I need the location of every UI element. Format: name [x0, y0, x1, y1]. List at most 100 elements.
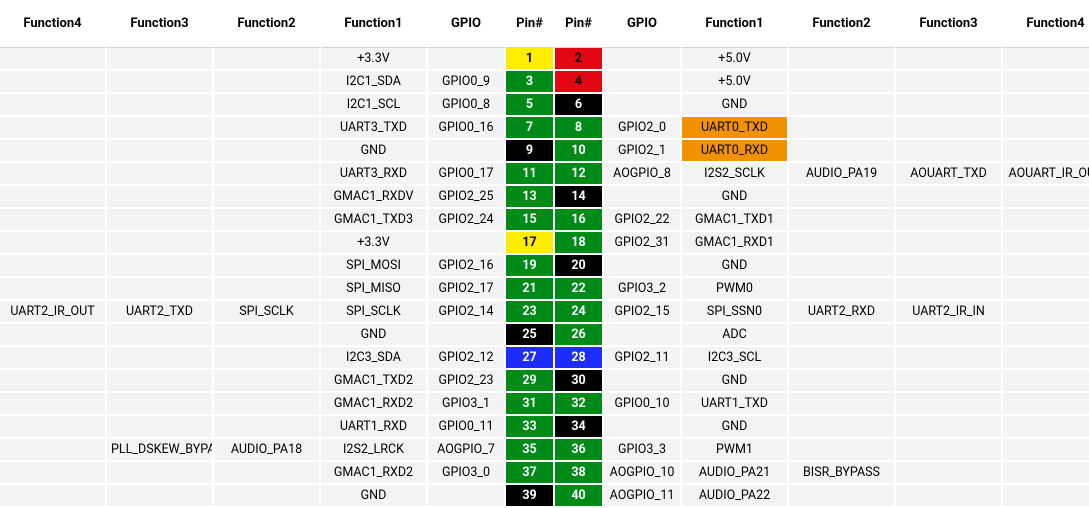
f1r-cell: I2S2_SCLK [682, 163, 789, 186]
f3r-cell [896, 462, 1003, 485]
f1r-cell: GND [682, 255, 789, 278]
table-row: UART3_RXDGPIO0_171112AOGPIO_8I2S2_SCLKAU… [0, 163, 1089, 186]
f3r-cell [896, 393, 1003, 416]
pin-left-cell: 33 [506, 416, 555, 439]
f2l-cell [214, 370, 321, 393]
f1r-cell: UART0_RXD [682, 140, 789, 163]
gpior-cell [604, 416, 682, 439]
f1l-cell: GMAC1_RXDV [321, 186, 428, 209]
pin-left-cell: 13 [506, 186, 555, 209]
gpiol-cell: GPIO0_9 [428, 71, 506, 94]
f3l-cell [107, 232, 214, 255]
f4r-cell [1003, 255, 1089, 278]
gpiol-cell [428, 48, 506, 71]
f4r-cell [1003, 278, 1089, 301]
pin-left-cell: 19 [506, 255, 555, 278]
f2l-cell [214, 278, 321, 301]
table-row: GMAC1_RXD2GPIO3_13132GPIO0_10UART1_TXD [0, 393, 1089, 416]
f4r-cell [1003, 324, 1089, 347]
header-function2-right: Function2 [789, 0, 896, 48]
table-row: GMAC1_TXD2GPIO2_232930GND [0, 370, 1089, 393]
f2l-cell [214, 94, 321, 117]
f1r-cell: GND [682, 186, 789, 209]
pin-left-cell: 7 [506, 117, 555, 140]
pin-left-cell: 5 [506, 94, 555, 117]
f3l-cell [107, 209, 214, 232]
f2l-cell [214, 140, 321, 163]
f3l-cell [107, 393, 214, 416]
f3r-cell [896, 117, 1003, 140]
gpiol-cell: GPIO0_8 [428, 94, 506, 117]
header-pin-left: Pin# [506, 0, 555, 48]
gpior-cell [604, 94, 682, 117]
f2r-cell: AUDIO_PA19 [789, 163, 896, 186]
header-function4-left: Function4 [0, 0, 107, 48]
pin-right-cell: 34 [555, 416, 604, 439]
f1l-cell: I2C3_SDA [321, 347, 428, 370]
f3l-cell [107, 71, 214, 94]
table-row: GND910GPIO2_1UART0_RXD [0, 140, 1089, 163]
f1l-cell: +3.3V [321, 48, 428, 71]
f4l-cell [0, 94, 107, 117]
f4r-cell [1003, 48, 1089, 71]
gpiol-cell: GPIO0_17 [428, 163, 506, 186]
f2r-cell [789, 186, 896, 209]
pin-right-cell: 4 [555, 71, 604, 94]
pin-left-cell: 21 [506, 278, 555, 301]
table-row: I2C1_SCLGPIO0_856GND [0, 94, 1089, 117]
f4r-cell [1003, 462, 1089, 485]
pin-left-cell: 3 [506, 71, 555, 94]
f4l-cell: UART2_IR_OUT [0, 301, 107, 324]
f4r-cell [1003, 117, 1089, 140]
f1l-cell: UART3_TXD [321, 117, 428, 140]
f4l-cell [0, 393, 107, 416]
f4r-cell [1003, 370, 1089, 393]
f2r-cell [789, 71, 896, 94]
pin-right-cell: 30 [555, 370, 604, 393]
f4l-cell [0, 347, 107, 370]
pin-left-cell: 35 [506, 439, 555, 462]
f3r-cell [896, 255, 1003, 278]
f1l-cell: GND [321, 324, 428, 347]
f2r-cell [789, 94, 896, 117]
gpior-cell [604, 71, 682, 94]
gpiol-cell: GPIO2_25 [428, 186, 506, 209]
table-row: UART2_IR_OUTUART2_TXDSPI_SCLKSPI_SCLKGPI… [0, 301, 1089, 324]
f4l-cell [0, 209, 107, 232]
f1r-cell: GMAC1_TXD1 [682, 209, 789, 232]
f4l-cell [0, 416, 107, 439]
header-function1-right: Function1 [682, 0, 789, 48]
f4l-cell [0, 324, 107, 347]
f2l-cell: AUDIO_PA18 [214, 439, 321, 462]
gpiol-cell: GPIO2_24 [428, 209, 506, 232]
f3l-cell [107, 278, 214, 301]
f4r-cell [1003, 186, 1089, 209]
gpior-cell: GPIO0_10 [604, 393, 682, 416]
f3r-cell [896, 94, 1003, 117]
f3r-cell: UART2_IR_IN [896, 301, 1003, 324]
pin-right-cell: 22 [555, 278, 604, 301]
pin-left-cell: 31 [506, 393, 555, 416]
f2l-cell [214, 255, 321, 278]
table-row: GMAC1_RXD2GPIO3_03738AOGPIO_10AUDIO_PA21… [0, 462, 1089, 485]
gpiol-cell [428, 140, 506, 163]
f3l-cell [107, 255, 214, 278]
f3l-cell [107, 48, 214, 71]
f3r-cell [896, 370, 1003, 393]
table-row: SPI_MOSIGPIO2_161920GND [0, 255, 1089, 278]
f3l-cell [107, 462, 214, 485]
gpior-cell: GPIO2_11 [604, 347, 682, 370]
f4r-cell [1003, 71, 1089, 94]
pin-right-cell: 10 [555, 140, 604, 163]
f4r-cell [1003, 94, 1089, 117]
gpiol-cell: GPIO2_12 [428, 347, 506, 370]
f4l-cell [0, 140, 107, 163]
gpior-cell: AOGPIO_8 [604, 163, 682, 186]
f2r-cell [789, 278, 896, 301]
gpiol-cell: GPIO0_16 [428, 117, 506, 140]
pin-right-cell: 20 [555, 255, 604, 278]
f2r-cell [789, 209, 896, 232]
f1l-cell: I2S2_LRCK [321, 439, 428, 462]
header-function4-right: Function4 [1003, 0, 1089, 48]
f1r-cell: I2C3_SCL [682, 347, 789, 370]
